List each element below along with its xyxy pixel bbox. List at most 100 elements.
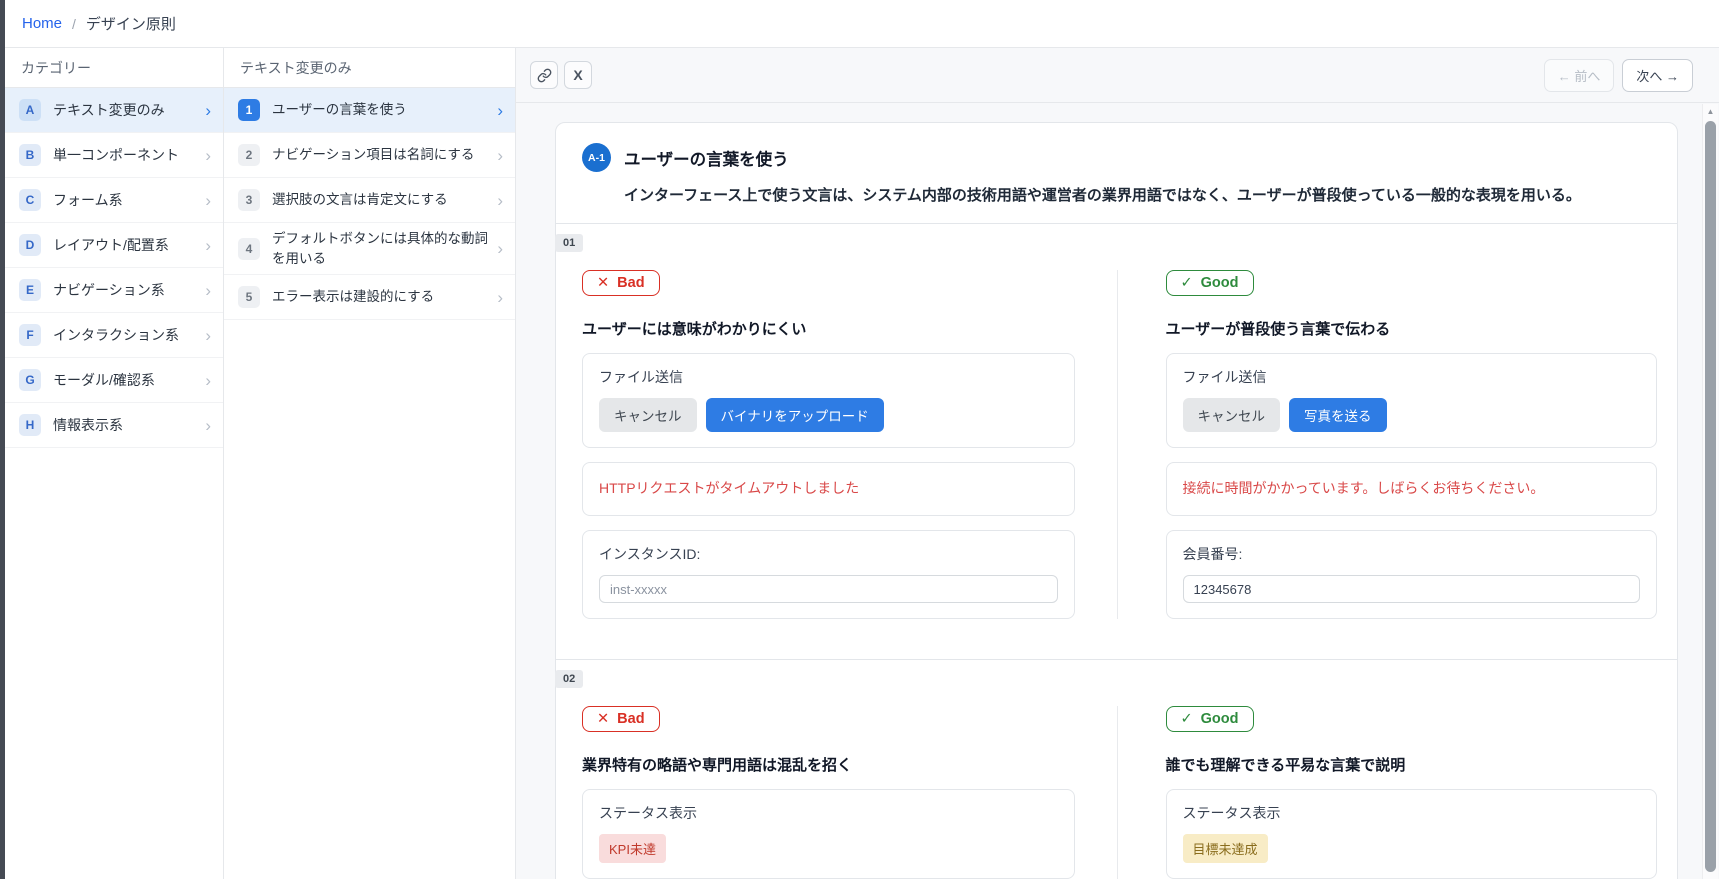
bad-column: ✕ Bad 業界特有の略語や専門用語は混乱を招く ステータス表示 KPI未達 操… bbox=[556, 706, 1117, 879]
breadcrumb: Home / デザイン原則 bbox=[5, 0, 1719, 48]
category-item-a[interactable]: A テキスト変更のみ › bbox=[5, 88, 223, 133]
demo-label: ステータス表示 bbox=[1183, 803, 1641, 823]
principle-title: ユーザーの言葉を使う bbox=[624, 146, 789, 170]
category-item-h[interactable]: H 情報表示系 › bbox=[5, 403, 223, 448]
status-badge: 目標未達成 bbox=[1183, 834, 1268, 863]
category-key-badge: H bbox=[19, 414, 41, 436]
share-x-button[interactable]: X bbox=[564, 61, 592, 89]
chevron-right-icon: › bbox=[199, 237, 211, 254]
content-scroll-area: A-1 ユーザーの言葉を使う インターフェース上で使う文言は、システム内部の技術… bbox=[516, 103, 1719, 879]
breadcrumb-separator: / bbox=[72, 16, 76, 32]
principle-label: デフォルトボタンには具体的な動詞を用いる bbox=[272, 229, 491, 268]
category-key-badge: F bbox=[19, 324, 41, 346]
category-key-badge: B bbox=[19, 144, 41, 166]
category-panel: カテゴリー A テキスト変更のみ › B 単一コンポーネント › C フォーム系… bbox=[5, 48, 224, 879]
instance-id-input[interactable] bbox=[599, 575, 1058, 603]
x-logo-icon: X bbox=[573, 67, 582, 83]
bad-badge: ✕ Bad bbox=[582, 270, 660, 296]
bad-heading: 業界特有の略語や専門用語は混乱を招く bbox=[582, 754, 1075, 775]
input-label: インスタンスID: bbox=[599, 544, 1058, 564]
category-item-e[interactable]: E ナビゲーション系 › bbox=[5, 268, 223, 313]
demo-label: ファイル送信 bbox=[1183, 367, 1641, 387]
chevron-right-icon: › bbox=[491, 289, 503, 306]
good-heading: 誰でも理解できる平易な言葉で説明 bbox=[1166, 754, 1658, 775]
demo-card-status: ステータス表示 目標未達成 bbox=[1166, 789, 1658, 879]
check-mark-icon: ✓ bbox=[1181, 275, 1193, 291]
upload-binary-button[interactable]: バイナリをアップロード bbox=[706, 398, 884, 432]
cancel-button[interactable]: キャンセル bbox=[599, 398, 697, 432]
principle-item-3[interactable]: 3 選択肢の文言は肯定文にする › bbox=[224, 178, 515, 223]
x-mark-icon: ✕ bbox=[597, 711, 609, 727]
chevron-right-icon: › bbox=[491, 147, 503, 164]
category-key-badge: G bbox=[19, 369, 41, 391]
check-mark-icon: ✓ bbox=[1181, 711, 1193, 727]
principle-num-badge: 4 bbox=[238, 238, 260, 260]
category-label: インタラクション系 bbox=[53, 325, 179, 345]
window-edge-strip bbox=[0, 0, 5, 879]
demo-label: ファイル送信 bbox=[599, 367, 1058, 387]
principle-num-badge: 3 bbox=[238, 189, 260, 211]
status-badge: KPI未達 bbox=[599, 834, 666, 863]
demo-card-file-upload: ファイル送信 キャンセル 写真を送る bbox=[1166, 353, 1658, 448]
good-badge: ✓ Good bbox=[1166, 270, 1254, 296]
scrollbar-thumb[interactable] bbox=[1705, 121, 1716, 872]
principle-item-4[interactable]: 4 デフォルトボタンには具体的な動詞を用いる › bbox=[224, 223, 515, 275]
category-item-d[interactable]: D レイアウト/配置系 › bbox=[5, 223, 223, 268]
principle-item-1[interactable]: 1 ユーザーの言葉を使う › bbox=[224, 88, 515, 133]
vertical-scrollbar[interactable]: ▲ bbox=[1702, 104, 1718, 879]
category-panel-header: カテゴリー bbox=[5, 48, 223, 88]
category-item-f[interactable]: F インタラクション系 › bbox=[5, 313, 223, 358]
chevron-right-icon: › bbox=[199, 102, 211, 119]
category-label: フォーム系 bbox=[53, 190, 123, 210]
copy-link-button[interactable] bbox=[530, 61, 558, 89]
principle-item-5[interactable]: 5 エラー表示は建設的にする › bbox=[224, 275, 515, 320]
principle-num-badge: 2 bbox=[238, 144, 260, 166]
chevron-right-icon: › bbox=[199, 192, 211, 209]
bad-badge-label: Bad bbox=[617, 711, 644, 727]
category-item-b[interactable]: B 単一コンポーネント › bbox=[5, 133, 223, 178]
good-badge: ✓ Good bbox=[1166, 706, 1254, 732]
chevron-right-icon: › bbox=[199, 327, 211, 344]
chevron-right-icon: › bbox=[491, 192, 503, 209]
main-toolbar: X ← 前へ 次へ → bbox=[516, 48, 1719, 103]
demo-card-id-input: インスタンスID: bbox=[582, 530, 1075, 619]
principle-num-badge: 1 bbox=[238, 99, 260, 121]
breadcrumb-home-link[interactable]: Home bbox=[22, 15, 62, 32]
category-label: 単一コンポーネント bbox=[53, 145, 179, 165]
principle-item-2[interactable]: 2 ナビゲーション項目は名詞にする › bbox=[224, 133, 515, 178]
principle-id-badge: A-1 bbox=[582, 143, 611, 172]
good-heading: ユーザーが普段使う言葉で伝わる bbox=[1166, 318, 1658, 339]
category-key-badge: E bbox=[19, 279, 41, 301]
category-label: モーダル/確認系 bbox=[53, 370, 155, 390]
demo-card-error-message: HTTPリクエストがタイムアウトしました bbox=[582, 462, 1075, 516]
demo-card-status: ステータス表示 KPI未達 bbox=[582, 789, 1075, 879]
cancel-button[interactable]: キャンセル bbox=[1183, 398, 1281, 432]
send-photo-button[interactable]: 写真を送る bbox=[1289, 398, 1387, 432]
example-section-01: 01 ✕ Bad ユーザーには意味がわかりにくい ファイル送信 bbox=[556, 223, 1677, 659]
category-item-g[interactable]: G モーダル/確認系 › bbox=[5, 358, 223, 403]
prev-button[interactable]: ← 前へ bbox=[1544, 59, 1615, 92]
scroll-up-arrow-icon[interactable]: ▲ bbox=[1703, 107, 1718, 116]
next-button[interactable]: 次へ → bbox=[1622, 59, 1693, 92]
chevron-right-icon: › bbox=[199, 372, 211, 389]
principle-label: ユーザーの言葉を使う bbox=[272, 100, 407, 120]
principle-description: インターフェース上で使う文言は、システム内部の技術用語や運営者の業界用語ではなく… bbox=[624, 184, 1651, 205]
demo-card-file-upload: ファイル送信 キャンセル バイナリをアップロード bbox=[582, 353, 1075, 448]
principles-panel-header: テキスト変更のみ bbox=[224, 48, 515, 88]
chevron-right-icon: › bbox=[491, 240, 503, 257]
bad-badge: ✕ Bad bbox=[582, 706, 660, 732]
principle-label: ナビゲーション項目は名詞にする bbox=[272, 145, 474, 165]
principle-document-card: A-1 ユーザーの言葉を使う インターフェース上で使う文言は、システム内部の技術… bbox=[555, 122, 1678, 879]
demo-card-member-input: 会員番号: bbox=[1166, 530, 1658, 619]
member-number-input[interactable] bbox=[1183, 575, 1641, 603]
bad-heading: ユーザーには意味がわかりにくい bbox=[582, 318, 1075, 339]
category-key-badge: A bbox=[19, 99, 41, 121]
good-badge-label: Good bbox=[1201, 275, 1239, 291]
demo-label: ステータス表示 bbox=[599, 803, 1058, 823]
example-section-02: 02 ✕ Bad 業界特有の略語や専門用語は混乱を招く ステータス表示 bbox=[556, 659, 1677, 879]
category-item-c[interactable]: C フォーム系 › bbox=[5, 178, 223, 223]
category-label: テキスト変更のみ bbox=[53, 100, 165, 120]
chevron-right-icon: › bbox=[199, 417, 211, 434]
demo-card-error-message: 接続に時間がかかっています。しばらくお待ちください。 bbox=[1166, 462, 1658, 516]
chevron-right-icon: › bbox=[199, 282, 211, 299]
